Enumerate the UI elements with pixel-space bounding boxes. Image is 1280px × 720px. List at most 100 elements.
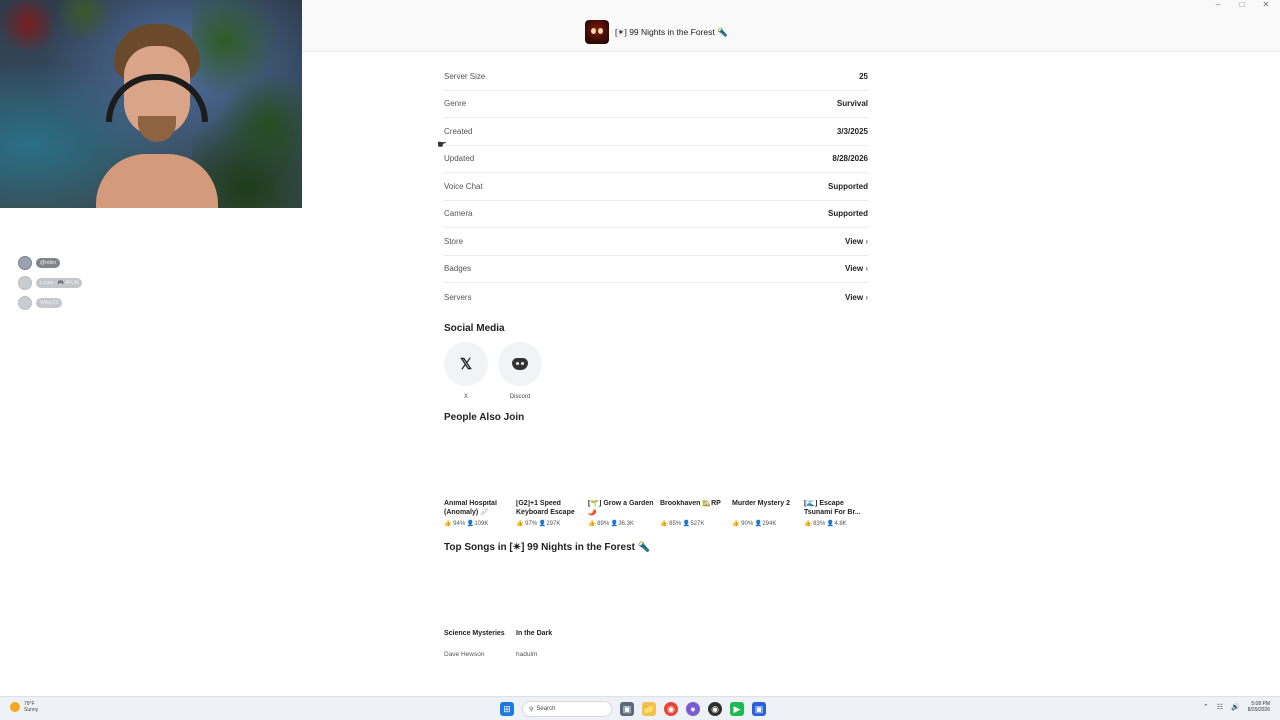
social-label: X	[463, 394, 468, 400]
discord-icon[interactable]	[498, 342, 542, 386]
info-row-created: Created 3/3/2025	[444, 118, 868, 146]
badges-view-link[interactable]: View	[845, 264, 868, 273]
game-rating: 83%	[813, 521, 826, 527]
info-row-store[interactable]: Store View	[444, 228, 868, 256]
window-controls: – □ ✕	[1212, 0, 1272, 10]
obs-icon[interactable]: ◉	[708, 702, 722, 716]
weather-widget[interactable]: 79°F Sunny	[10, 701, 38, 713]
network-icon[interactable]: ☷	[1217, 703, 1223, 711]
game-name[interactable]: [G2]+1 Speed Keyboard Escape	[516, 500, 582, 518]
x-logo-icon[interactable]: 𝕏	[444, 342, 488, 386]
maximize-button[interactable]: □	[1236, 0, 1248, 10]
game-stats: 👍 85% 👤527K	[660, 520, 726, 527]
info-value: 3/3/2025	[836, 127, 868, 136]
minimize-button[interactable]: –	[1212, 0, 1224, 10]
game-players: 527K	[690, 521, 705, 527]
song-name[interactable]: In the Dark	[516, 630, 588, 648]
thumbs-up-icon: 👍	[444, 521, 452, 527]
game-players: 294K	[762, 521, 777, 527]
info-label: Genre	[444, 99, 467, 108]
info-row-camera: Camera Supported	[444, 200, 868, 228]
game-players: 4.8K	[834, 521, 847, 527]
chevron-up-icon[interactable]: ⌃	[1203, 703, 1209, 711]
game-rating: 89%	[597, 521, 610, 527]
song-artist: Dave Hewson	[444, 651, 485, 658]
game-stats: 👍 89% 👤36.3K	[588, 520, 654, 527]
discord-app-icon[interactable]: ●	[686, 702, 700, 716]
people-also-join-heading: People Also Join	[444, 412, 525, 423]
info-row-updated: Updated 8/28/2026	[444, 145, 868, 173]
servers-view-link[interactable]: View	[845, 293, 868, 302]
game-name[interactable]: [🌊] Escape Tsunami For Br...	[804, 500, 870, 518]
social-links: 𝕏 X Discord	[444, 342, 542, 400]
user-tag: @rebin	[36, 258, 61, 268]
avatar	[18, 276, 32, 290]
streamer	[96, 24, 218, 208]
social-item-x[interactable]: 𝕏 X	[444, 342, 488, 400]
game-name[interactable]: [🌱] Grow a Garden 🌶️	[588, 500, 654, 518]
info-label: Server Size	[444, 72, 486, 81]
game-name[interactable]: Animal Hospital (Anomaly) 🩹	[444, 500, 510, 518]
avatar	[18, 296, 32, 310]
top-songs-heading: Top Songs in [✴] 99 Nights in the Forest…	[444, 542, 651, 553]
info-value: Survival	[836, 99, 868, 108]
clock[interactable]: 5:08 PM 8/29/2026	[1248, 701, 1270, 713]
avatar	[18, 256, 32, 270]
taskbar-search[interactable]: ⚲ Search	[522, 701, 612, 717]
windows-start-icon[interactable]: ⊞	[500, 702, 514, 716]
user-tag: Lucas · 🎮 4FUN	[36, 278, 83, 288]
info-row-badges[interactable]: Badges View	[444, 255, 868, 283]
info-value: Supported	[828, 209, 868, 218]
window-title-group: [✴] 99 Nights in the Forest 🔦	[585, 20, 728, 44]
game-stats: 👍 94% 👤109K	[444, 520, 510, 527]
game-card[interactable]: Animal Hospital (Anomaly) 🩹 👍 94% 👤109K	[444, 500, 516, 527]
webcam-overlay	[0, 0, 302, 208]
game-card[interactable]: [🌊] Escape Tsunami For Br... 👍 83% 👤4.8K	[804, 500, 876, 527]
store-view-link[interactable]: View	[845, 237, 868, 246]
social-label: Discord	[509, 394, 531, 400]
info-label: Voice Chat	[444, 182, 483, 191]
game-rating: 97%	[525, 521, 538, 527]
info-label: Camera	[444, 209, 473, 218]
game-name[interactable]: Murder Mystery 2	[732, 500, 798, 518]
info-row-voice-chat: Voice Chat Supported	[444, 173, 868, 201]
game-card[interactable]: [G2]+1 Speed Keyboard Escape 👍 97% 👤297K	[516, 500, 588, 527]
song-card[interactable]: In the Dark hadulm	[516, 630, 588, 658]
info-row-servers[interactable]: Servers View	[444, 283, 868, 311]
taskbar-apps: ⊞ ⚲ Search ▣ 📁 ◉ ● ◉ ▶ ▣	[500, 701, 766, 717]
info-label: Badges	[444, 264, 472, 273]
thumbs-up-icon: 👍	[660, 521, 668, 527]
game-card[interactable]: Brookhaven 🏡RP 👍 85% 👤527K	[660, 500, 732, 527]
close-button[interactable]: ✕	[1260, 0, 1272, 10]
app-icon[interactable]: ▶	[730, 702, 744, 716]
info-value: Supported	[828, 182, 868, 191]
file-explorer-icon[interactable]: 📁	[642, 702, 656, 716]
game-players: 109K	[474, 521, 489, 527]
song-name[interactable]: Science Mysteries	[444, 630, 516, 648]
social-item-discord[interactable]: Discord	[498, 342, 542, 400]
headset	[106, 74, 208, 122]
volume-icon[interactable]: 🔊	[1231, 703, 1240, 711]
game-players: 36.3K	[618, 521, 635, 527]
song-card[interactable]: Science Mysteries Dave Hewson	[444, 630, 516, 658]
task-view-icon[interactable]: ▣	[620, 702, 634, 716]
info-row-genre: Genre Survival	[444, 90, 868, 118]
discord-glyph	[512, 358, 528, 370]
game-card[interactable]: [🌱] Grow a Garden 🌶️ 👍 89% 👤36.3K	[588, 500, 660, 527]
info-value: 25	[859, 72, 868, 81]
thumbs-up-icon: 👍	[732, 521, 740, 527]
game-carousel: Animal Hospital (Anomaly) 🩹 👍 94% 👤109K …	[444, 500, 876, 527]
roblox-icon[interactable]: ▣	[752, 702, 766, 716]
weather-desc: Sunny	[24, 707, 39, 713]
game-thumbnail-icon	[585, 20, 609, 44]
game-name[interactable]: Brookhaven 🏡RP	[660, 500, 726, 518]
search-icon: ⚲	[529, 706, 534, 713]
thumbs-up-icon: 👍	[516, 521, 524, 527]
game-stats: 👍 90% 👤294K	[732, 520, 798, 527]
chrome-icon[interactable]: ◉	[664, 702, 678, 716]
clock-date: 8/29/2026	[1247, 707, 1270, 713]
voice-user: Lucas · 🎮 4FUN	[18, 276, 83, 290]
info-label: Servers	[444, 292, 472, 302]
thumbs-up-icon: 👍	[588, 521, 596, 527]
game-card[interactable]: Murder Mystery 2 👍 90% 👤294K	[732, 500, 804, 527]
